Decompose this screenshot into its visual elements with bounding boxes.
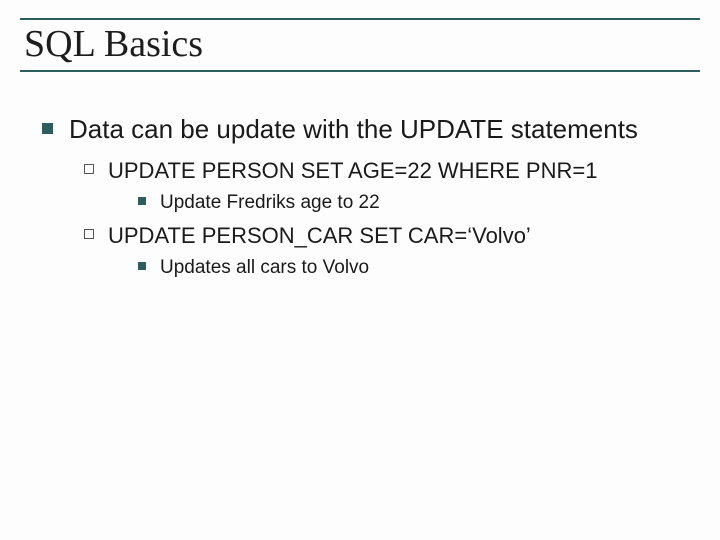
title-rule-top [20, 18, 700, 20]
slide-title: SQL Basics [20, 22, 700, 70]
square-bullet-icon [42, 123, 53, 134]
small-square-bullet-icon [138, 197, 146, 205]
small-square-bullet-icon [138, 262, 146, 270]
level-3-text: Updates all cars to Volvo [160, 256, 369, 280]
level-1-text: Data can be update with the UPDATE state… [69, 114, 638, 145]
hollow-square-bullet-icon [84, 164, 94, 174]
bullet-level-1: Data can be update with the UPDATE state… [20, 114, 700, 145]
level-3-text: Update Fredriks age to 22 [160, 191, 380, 215]
hollow-square-bullet-icon [84, 229, 94, 239]
slide-title-block: SQL Basics [0, 0, 720, 78]
bullet-level-2: UPDATE PERSON SET AGE=22 WHERE PNR=1 [20, 157, 700, 185]
bullet-level-2: UPDATE PERSON_CAR SET CAR=‘Volvo’ [20, 222, 700, 250]
bullet-level-3: Updates all cars to Volvo [20, 256, 700, 280]
level-2-text: UPDATE PERSON_CAR SET CAR=‘Volvo’ [108, 222, 531, 250]
level-2-text: UPDATE PERSON SET AGE=22 WHERE PNR=1 [108, 157, 597, 185]
bullet-level-3: Update Fredriks age to 22 [20, 191, 700, 215]
title-rule-bottom [20, 70, 700, 72]
slide-content: Data can be update with the UPDATE state… [0, 78, 720, 280]
